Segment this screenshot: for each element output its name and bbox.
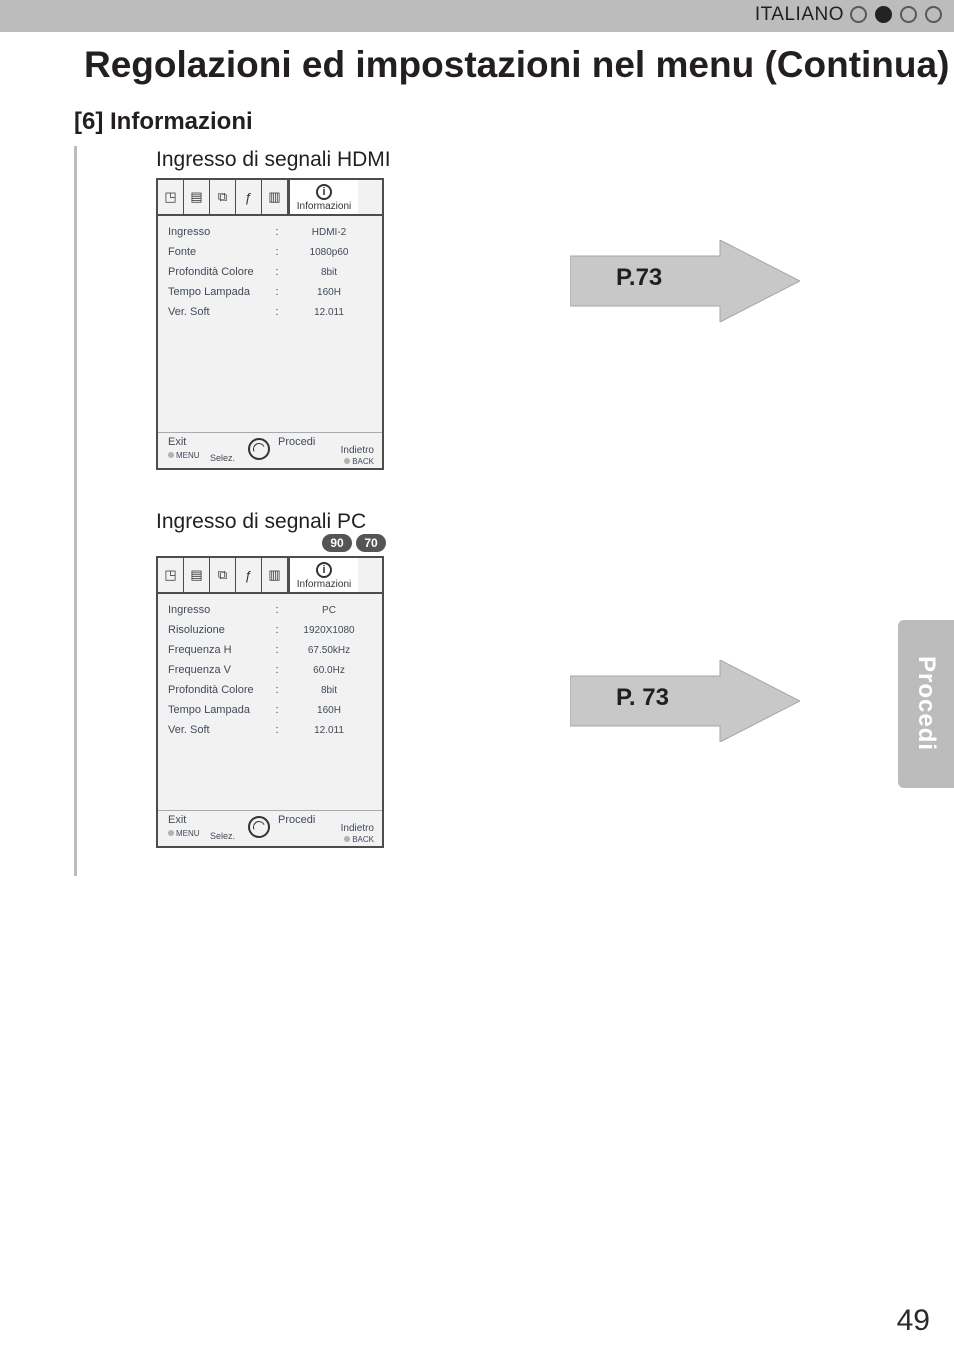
row: Ver. Soft:12.011 [168, 724, 376, 744]
tab-icon-3: ⧉ [210, 558, 236, 592]
model-badges: 90 70 [322, 534, 386, 552]
row-label: Tempo Lampada [168, 704, 272, 716]
menu-label: MENU [176, 829, 200, 838]
tab-icon-2: ▤ [184, 558, 210, 592]
selez-label: Selez. [210, 453, 235, 463]
page-ref-arrow-pc: P. 73 [570, 660, 800, 742]
procedi-label: Procedi [278, 436, 315, 448]
page-title: Regolazioni ed impostazioni nel menu (Co… [84, 44, 949, 86]
row-value: HDMI-2 [282, 227, 376, 238]
tab-icon-2: ▤ [184, 180, 210, 214]
row-value: 60.0Hz [282, 665, 376, 676]
row-value: 12.011 [282, 307, 376, 318]
row-label: Risoluzione [168, 624, 272, 636]
row-label: Ver. Soft [168, 306, 272, 318]
back-dot-icon [344, 458, 350, 464]
row-value: 1080p60 [282, 247, 376, 258]
tab-icon-3: ⧉ [210, 180, 236, 214]
nav-knob-icon [248, 816, 270, 838]
procedi-label: Procedi [278, 814, 315, 826]
row-value: 67.50kHz [282, 645, 376, 656]
tab-icon-4: ƒ [236, 558, 262, 592]
row-value: 1920X1080 [282, 625, 376, 636]
row-label: Ingresso [168, 226, 272, 238]
badge-90: 90 [322, 534, 352, 552]
osd-panel-pc: ◳ ▤ ⧉ ƒ ▥ i Informazioni Ingresso:PC Ris… [156, 556, 384, 848]
language-position-dots [850, 6, 942, 23]
pc-subtitle: Ingresso di segnali PC [156, 510, 366, 534]
row-label: Fonte [168, 246, 272, 258]
row-label: Frequenza V [168, 664, 272, 676]
dot-1 [850, 6, 867, 23]
osd-footer: Exit MENU Selez. Procedi Indietro BACK [158, 810, 382, 846]
page-ref-label: P. 73 [616, 684, 669, 712]
row: Tempo Lampada:160H [168, 704, 376, 724]
osd-body: Ingresso:PC Risoluzione:1920X1080 Freque… [158, 594, 382, 744]
tab-icon-5: ▥ [262, 180, 288, 214]
row-value: 160H [282, 287, 376, 298]
osd-panel-hdmi: ◳ ▤ ⧉ ƒ ▥ i Informazioni Ingresso:HDMI-2… [156, 178, 384, 470]
row-value: 8bit [282, 267, 376, 278]
side-tab-label: Procedi [912, 656, 940, 751]
row-value: 8bit [282, 685, 376, 696]
exit-label: Exit [168, 436, 186, 448]
menu-label: MENU [176, 451, 200, 460]
row: Profondità Colore:8bit [168, 684, 376, 704]
row: Ingresso:PC [168, 604, 376, 624]
menu-dot-icon [168, 452, 174, 458]
back-label: BACK [352, 835, 374, 844]
osd-tabs: ◳ ▤ ⧉ ƒ ▥ i Informazioni [158, 558, 382, 594]
row: Frequenza H:67.50kHz [168, 644, 376, 664]
row: Tempo Lampada:160H [168, 286, 376, 306]
selez-label: Selez. [210, 831, 235, 841]
page-ref-label: P.73 [616, 264, 662, 292]
row-label: Profondità Colore [168, 684, 272, 696]
row-label: Ingresso [168, 604, 272, 616]
dot-3 [900, 6, 917, 23]
row: Ingresso:HDMI-2 [168, 226, 376, 246]
tab-icon-5: ▥ [262, 558, 288, 592]
row: Ver. Soft:12.011 [168, 306, 376, 326]
hdmi-subtitle: Ingresso di segnali HDMI [156, 148, 391, 172]
tab-icon-1: ◳ [158, 558, 184, 592]
info-icon: i [316, 184, 332, 200]
tab-active-info: i Informazioni [288, 180, 358, 214]
nav-knob-icon [248, 438, 270, 460]
row: Profondità Colore:8bit [168, 266, 376, 286]
tab-icon-1: ◳ [158, 180, 184, 214]
row-value: PC [282, 605, 376, 616]
osd-tabs: ◳ ▤ ⧉ ƒ ▥ i Informazioni [158, 180, 382, 216]
tab-active-label: Informazioni [297, 201, 351, 212]
dot-4 [925, 6, 942, 23]
exit-label: Exit [168, 814, 186, 826]
dot-2 [875, 6, 892, 23]
tab-active-label: Informazioni [297, 579, 351, 590]
row-label: Frequenza H [168, 644, 272, 656]
vertical-rule [74, 146, 77, 876]
osd-body: Ingresso:HDMI-2 Fonte:1080p60 Profondità… [158, 216, 382, 326]
menu-dot-icon [168, 830, 174, 836]
back-label: BACK [352, 457, 374, 466]
row: Frequenza V:60.0Hz [168, 664, 376, 684]
side-tab-procedi: Procedi [898, 620, 954, 788]
osd-footer: Exit MENU Selez. Procedi Indietro BACK [158, 432, 382, 468]
section-heading: [6] Informazioni [74, 108, 253, 136]
row: Fonte:1080p60 [168, 246, 376, 266]
tab-active-info: i Informazioni [288, 558, 358, 592]
page-ref-arrow-hdmi: P.73 [570, 240, 800, 322]
back-dot-icon [344, 836, 350, 842]
language-label: ITALIANO [755, 4, 844, 26]
indietro-label: Indietro [341, 823, 374, 834]
page-number: 49 [897, 1304, 930, 1338]
tab-icon-4: ƒ [236, 180, 262, 214]
info-icon: i [316, 562, 332, 578]
row-value: 160H [282, 705, 376, 716]
row: Risoluzione:1920X1080 [168, 624, 376, 644]
badge-70: 70 [356, 534, 386, 552]
indietro-label: Indietro [341, 445, 374, 456]
row-value: 12.011 [282, 725, 376, 736]
row-label: Tempo Lampada [168, 286, 272, 298]
row-label: Profondità Colore [168, 266, 272, 278]
row-label: Ver. Soft [168, 724, 272, 736]
